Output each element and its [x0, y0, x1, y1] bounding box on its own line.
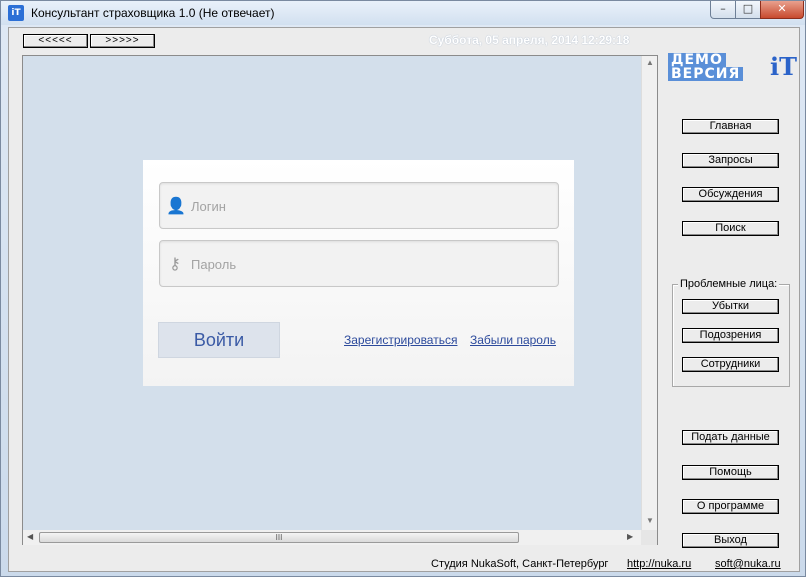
forgot-password-link[interactable]: Забыли пароль — [470, 333, 556, 347]
losses-button[interactable]: Убытки — [682, 299, 779, 314]
login-field[interactable]: 👤 Логин — [159, 182, 559, 229]
window-title: Консультант страховщика 1.0 (Не отвечает… — [31, 6, 275, 20]
demo-badge-line1: ДЕМО — [668, 53, 726, 67]
title-bar[interactable]: iT Консультант страховщика 1.0 (Не отвеч… — [1, 1, 805, 25]
close-button[interactable]: ✕ — [760, 1, 804, 19]
login-button[interactable]: Войти — [158, 322, 280, 358]
it-logo-icon: iT — [770, 52, 797, 81]
scroll-down-icon[interactable]: ▼ — [646, 516, 654, 525]
app-window: iT Консультант страховщика 1.0 (Не отвеч… — [0, 0, 806, 577]
vertical-scrollbar[interactable]: ▲ ▼ — [641, 56, 657, 530]
horizontal-scroll-thumb[interactable]: III — [39, 532, 519, 543]
password-field[interactable]: ⚷ Пароль — [159, 240, 559, 287]
minimize-button[interactable]: – — [710, 1, 736, 19]
scroll-corner — [641, 530, 657, 545]
about-button[interactable]: О программе — [682, 499, 779, 514]
exit-button[interactable]: Выход — [682, 533, 779, 548]
problem-persons-title: Проблемные лица: — [678, 278, 780, 290]
key-icon: ⚷ — [169, 254, 181, 273]
password-placeholder: Пароль — [191, 257, 237, 272]
status-bar: Студия NukaSoft, Санкт-Петербург http://… — [9, 556, 799, 572]
login-placeholder: Логин — [191, 199, 226, 214]
submit-data-button[interactable]: Подать данные — [682, 430, 779, 445]
horizontal-scrollbar[interactable]: ◀ III ▶ — [23, 530, 641, 545]
website-link[interactable]: http://nuka.ru — [627, 558, 691, 570]
suspicions-button[interactable]: Подозрения — [682, 328, 779, 343]
datetime-display: Суббота, 05 апреля, 2014 12:29:18 — [429, 33, 630, 47]
nav-home-button[interactable]: Главная — [682, 119, 779, 134]
studio-credit: Студия NukaSoft, Санкт-Петербург — [431, 558, 609, 570]
nav-requests-button[interactable]: Запросы — [682, 153, 779, 168]
forward-button[interactable]: >>>>> — [90, 34, 155, 48]
register-link[interactable]: Зарегистрироваться — [344, 333, 457, 347]
employees-button[interactable]: Сотрудники — [682, 357, 779, 372]
email-link[interactable]: soft@nuka.ru — [715, 558, 781, 570]
user-icon: 👤 — [166, 196, 186, 215]
help-button[interactable]: Помощь — [682, 465, 779, 480]
scroll-right-icon[interactable]: ▶ — [627, 532, 633, 541]
back-button[interactable]: <<<<< — [23, 34, 88, 48]
demo-version-badge: ДЕМО ВЕРСИЯ iT — [666, 52, 797, 83]
scroll-left-icon[interactable]: ◀ — [27, 532, 33, 541]
nav-search-button[interactable]: Поиск — [682, 221, 779, 236]
login-form: 👤 Логин ⚷ Пароль Войти Зарегистрироватьс… — [143, 160, 574, 386]
demo-badge-line2: ВЕРСИЯ — [668, 67, 744, 81]
maximize-button[interactable]: □ — [735, 1, 761, 19]
nav-discussions-button[interactable]: Обсуждения — [682, 187, 779, 202]
scroll-up-icon[interactable]: ▲ — [646, 58, 654, 67]
app-icon: iT — [8, 5, 24, 21]
